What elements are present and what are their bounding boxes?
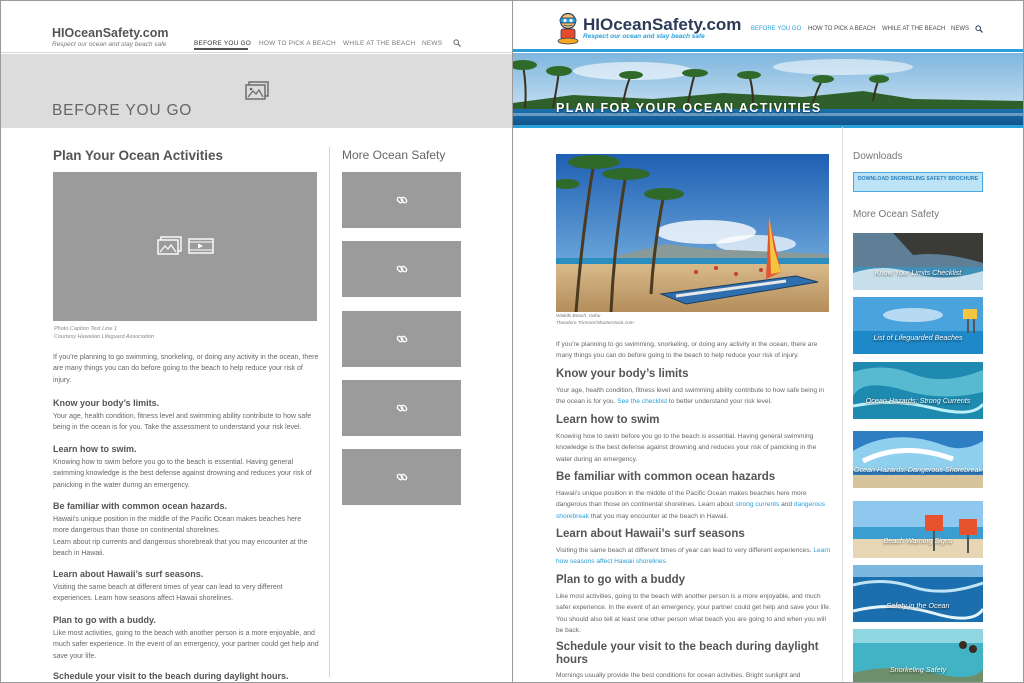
wireframe-media-placeholder[interactable] (53, 172, 317, 321)
wireframe-sidebar-tile[interactable] (342, 311, 461, 367)
wireframe-sidebar-tile[interactable] (342, 380, 461, 436)
section-body-surf-seasons: Visiting the same beach at different tim… (556, 547, 831, 566)
hero-accent-bar (513, 125, 1023, 128)
link-icon (396, 196, 408, 204)
image-video-icon (157, 236, 214, 255)
link-icon (396, 404, 408, 412)
strong-currents-link[interactable]: strong currents (735, 501, 779, 508)
section-title-hazards: Be familiar with common ocean hazards (556, 471, 776, 483)
hero-beach-banner (513, 53, 1023, 127)
section-body-buddy: Like most activities, going to the beach… (556, 593, 831, 635)
downloads-title: Downloads (853, 151, 903, 162)
tile-snorkeling-safety[interactable]: Snorkeling Safety (853, 629, 983, 682)
tile-dangerous-shorebreak[interactable]: Ocean Hazards: Dangerous Shorebreak (853, 431, 983, 488)
wireframe-sidebar-tile[interactable] (342, 449, 461, 505)
tile-know-your-limits[interactable]: Know Your Limits Checklist (853, 233, 983, 290)
wireframe-caption-line2: Courtesy Hawaiian Lifeguard Association (54, 334, 155, 340)
tile-label: Snorkeling Safety (889, 665, 947, 674)
design-panel: HIOceanSafety.com Respect our ocean and … (513, 1, 1023, 682)
wireframe-logo[interactable]: HIOceanSafety.com (52, 26, 168, 40)
tile-label: List of Lifeguarded Beaches (873, 333, 963, 342)
tile-label: Safety in the Ocean (886, 601, 950, 610)
tile-lifeguarded-beaches[interactable]: List of Lifeguarded Beaches (853, 297, 983, 354)
tile-label: Know Your Limits Checklist (874, 268, 962, 277)
section-body-daylight: Mornings usually provide the best condit… (556, 672, 801, 679)
intro-paragraph: If you’re planning to go swimming, snork… (556, 341, 818, 360)
wireframe-page-title: Plan Your Ocean Activities (53, 148, 224, 163)
wireframe-section-title: Schedule your visit to the beach during … (53, 671, 289, 681)
sidebar-title: More Ocean Safety (853, 209, 940, 220)
wireframe-nav-before-you-go[interactable]: BEFORE YOU GO (194, 40, 251, 47)
section-title-buddy: Plan to go with a buddy (556, 574, 686, 586)
link-icon (396, 335, 408, 343)
design-nav-news[interactable]: NEWS (951, 26, 969, 32)
section-body-limits: Your age, health condition, fitness leve… (556, 387, 825, 406)
wireframe-section-title: Be familiar with common ocean hazards. (53, 501, 228, 511)
wireframe-section-body: Learn about rip currents and dangerous s… (53, 539, 308, 558)
wireframe-nav-how-to-pick[interactable]: HOW TO PICK A BEACH (259, 40, 336, 47)
wireframe-panel: HIOceanSafety.com Respect our ocean and … (1, 1, 512, 682)
section-title-swim: Learn how to swim (556, 414, 660, 426)
wireframe-section-title: Learn how to swim. (53, 444, 137, 454)
wireframe-section-body: Hawaii’s unique position in the middle o… (53, 516, 302, 535)
photo-caption-line2: Theodore Trimmer/Shutterstock.com (556, 321, 634, 326)
link-icon (396, 473, 408, 481)
checklist-link[interactable]: See the checklist (617, 398, 667, 405)
wireframe-sidebar-tile[interactable] (342, 241, 461, 297)
design-nav-how-to-pick[interactable]: HOW TO PICK A BEACH (808, 26, 875, 32)
wireframe-section-title: Know your body’s limits. (53, 398, 160, 408)
download-brochure-button[interactable]: DOWNLOAD SNORKELING SAFETY BROCHURE (853, 172, 983, 192)
wireframe-tagline: Respect our ocean and stay beach safe (52, 41, 167, 48)
search-icon[interactable] (453, 39, 461, 47)
wireframe-section-title: Plan to go with a buddy. (53, 615, 156, 625)
search-icon[interactable] (975, 25, 983, 33)
design-nav-before-you-go[interactable]: BEFORE YOU GO (751, 26, 801, 32)
section-body-hazards: Hawaii’s unique position in the middle o… (556, 490, 826, 520)
wireframe-section-title: Learn about Hawaii’s surf seasons. (53, 569, 204, 579)
lifeguard-mascot-logo[interactable] (556, 12, 580, 45)
wireframe-section-body: Knowing how to swim before you go to the… (53, 459, 312, 489)
section-body-swim: Knowing how to swim before you go to the… (556, 433, 817, 463)
design-tagline: Respect our ocean and stay beach safe (583, 33, 705, 40)
wireframe-column-divider (329, 147, 330, 677)
wireframe-nav-news[interactable]: NEWS (422, 40, 442, 47)
waikiki-beach-photo (556, 154, 829, 312)
wireframe-sidebar-tile[interactable] (342, 172, 461, 228)
header-accent-bar (513, 49, 1023, 52)
tile-label: Ocean Hazards: Dangerous Shorebreak (853, 465, 983, 474)
section-title-surf-seasons: Learn about Hawaii’s surf seasons (556, 528, 745, 540)
wireframe-section-body: Like most activities, going to the beach… (53, 630, 319, 660)
tile-beach-warning-signs[interactable]: Beach Warning Signs (853, 501, 983, 558)
section-title-limits: Know your body’s limits (556, 368, 689, 380)
tile-safety-in-ocean[interactable]: Safety in the Ocean (853, 565, 983, 622)
wireframe-nav-while-at-beach[interactable]: WHILE AT THE BEACH (343, 40, 415, 47)
tile-label: Ocean Hazards: Strong Currents (865, 396, 971, 405)
wireframe-hero-title: BEFORE YOU GO (52, 102, 193, 119)
wireframe-intro: If you’re planning to go swimming, snork… (53, 354, 319, 384)
link-icon (396, 265, 408, 273)
tile-strong-currents[interactable]: Ocean Hazards: Strong Currents (853, 362, 983, 419)
wireframe-caption-line1: Photo Caption Text Line 1 (54, 326, 118, 332)
column-divider (842, 127, 843, 682)
image-placeholder-icon (245, 81, 269, 100)
section-title-daylight: Schedule your visit to the beach during … (556, 641, 819, 666)
wireframe-nav-active-underline (194, 48, 248, 50)
hero-title: PLAN FOR YOUR OCEAN ACTIVITIES (556, 101, 822, 115)
tile-label: Beach Warning Signs (883, 536, 953, 545)
wireframe-section-body: Your age, health condition, fitness leve… (53, 413, 312, 432)
wireframe-sidebar-title: More Ocean Safety (342, 148, 446, 162)
design-logo[interactable]: HIOceanSafety.com (583, 15, 741, 35)
photo-caption-line1: Waikiki Beach, Oahu (556, 314, 601, 319)
design-nav-while-at-beach[interactable]: WHILE AT THE BEACH (882, 26, 945, 32)
wireframe-section-body: Visiting the same beach at different tim… (53, 584, 283, 603)
